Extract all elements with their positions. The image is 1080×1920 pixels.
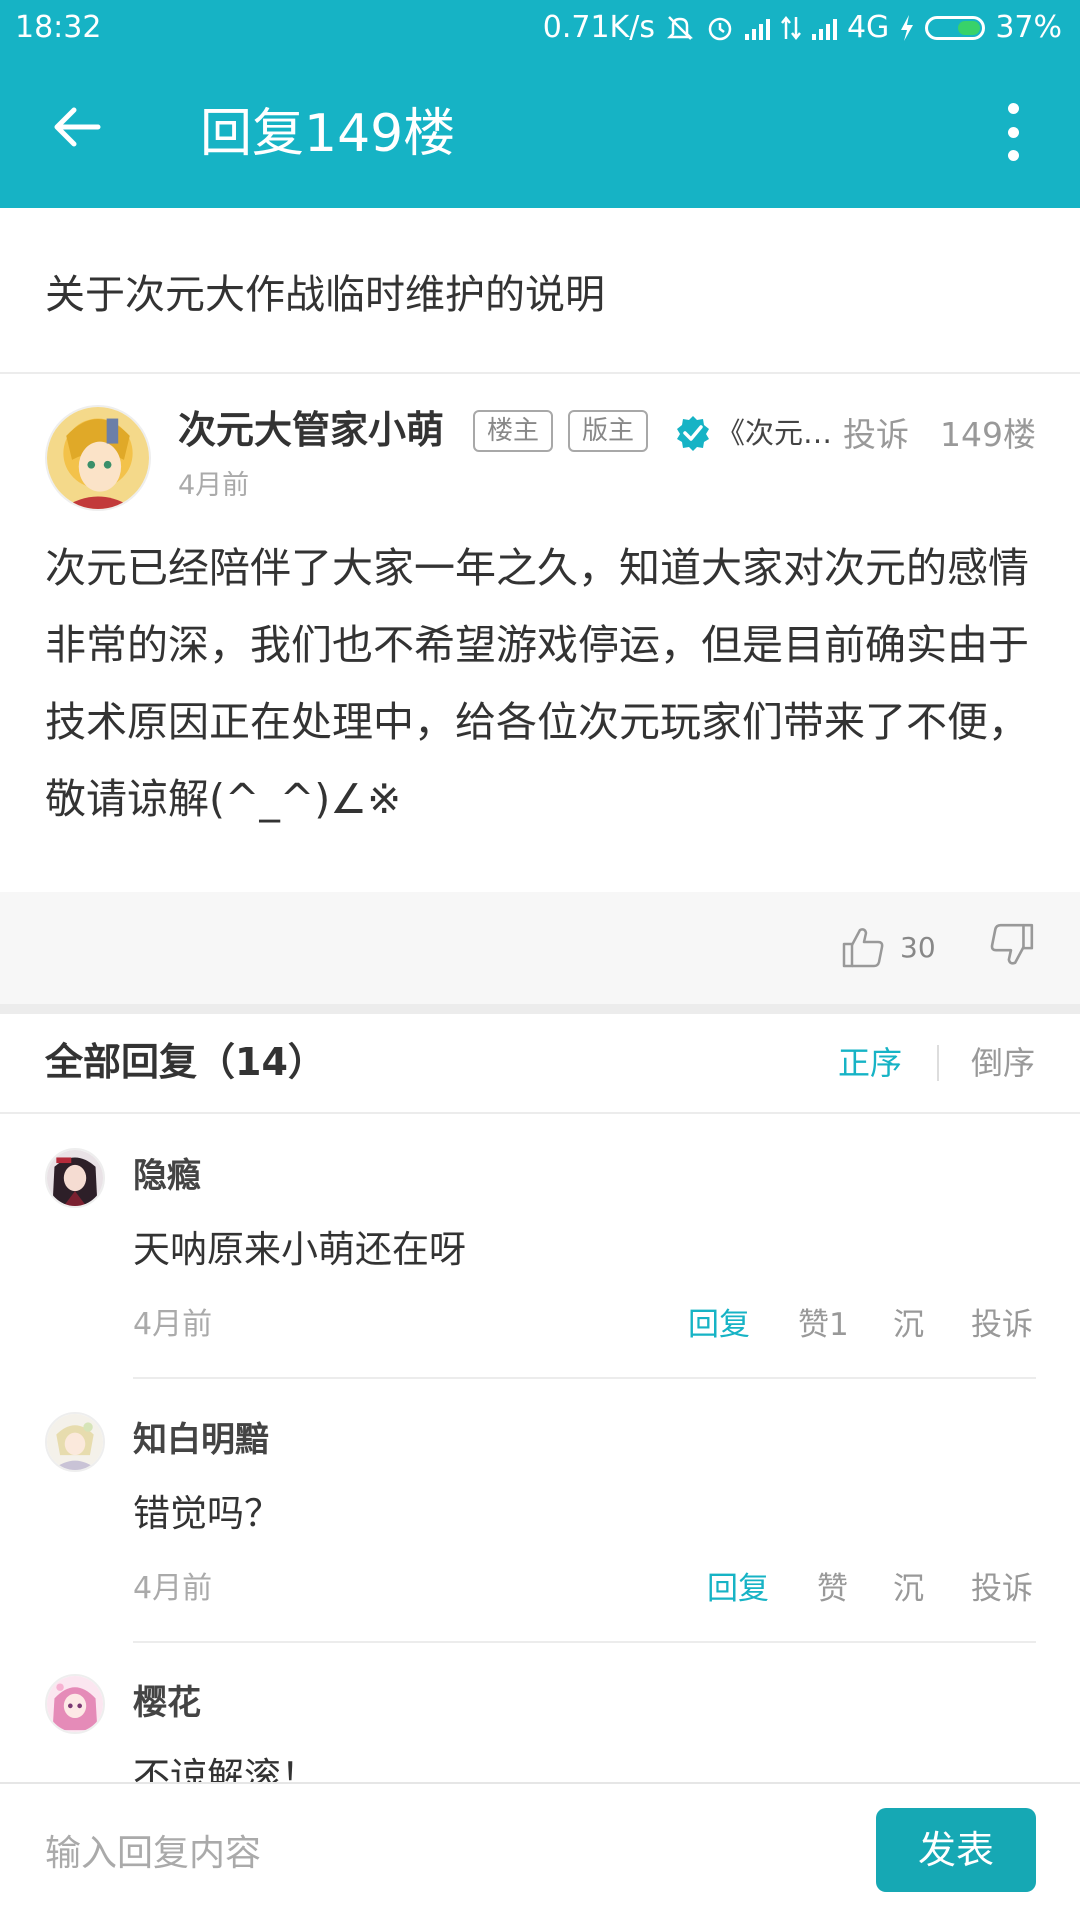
app-bar: 18:32 0.71K/s 4G 37% 回复149楼 xyxy=(0,0,1080,208)
status-icons: 0.71K/s 4G 37% xyxy=(543,10,1062,45)
thumbs-up-icon xyxy=(842,928,884,968)
reply-text: 天呐原来小萌还在呀 xyxy=(133,1228,466,1271)
reply-button[interactable]: 回复 xyxy=(688,1304,750,1346)
network-speed: 0.71K/s xyxy=(542,10,655,45)
signal-icon xyxy=(744,16,770,40)
reply-author[interactable]: 隐瘾 xyxy=(133,1153,201,1199)
like-reply-button[interactable]: 赞 xyxy=(817,1568,848,1610)
reply-author[interactable]: 樱花 xyxy=(133,1680,201,1726)
divider xyxy=(0,1112,1080,1114)
more-options-icon[interactable] xyxy=(995,103,1031,161)
sink-button[interactable]: 沉 xyxy=(893,1568,924,1610)
reply-avatar[interactable] xyxy=(45,1674,105,1734)
divider xyxy=(133,1377,1036,1379)
thumbs-down-icon[interactable] xyxy=(988,918,1036,972)
replies-heading: 全部回复（14） xyxy=(45,1040,326,1084)
reply-avatar[interactable] xyxy=(45,1412,105,1472)
reply-input[interactable] xyxy=(45,1827,825,1879)
author-name[interactable]: 次元大管家小萌 xyxy=(178,405,444,455)
like-count: 30 xyxy=(900,930,936,964)
divider xyxy=(133,1641,1036,1643)
back-arrow-icon[interactable] xyxy=(50,100,104,154)
submit-button[interactable]: 发表 xyxy=(876,1808,1036,1892)
mute-bell-icon xyxy=(666,15,693,40)
like-reply-button[interactable]: 赞1 xyxy=(798,1304,849,1346)
reply-time: 4月前 xyxy=(133,1571,213,1606)
reply-text: 错觉吗？ xyxy=(133,1492,281,1535)
tag-owner: 楼主 xyxy=(473,410,554,452)
charging-icon xyxy=(901,14,914,41)
game-name[interactable]: 《次元大… xyxy=(716,413,838,453)
topic-title[interactable]: 关于次元大作战临时维护的说明 xyxy=(45,268,605,322)
complain-button[interactable]: 投诉 xyxy=(843,413,909,457)
status-time: 18:32 xyxy=(15,10,102,45)
alarm-icon xyxy=(708,17,732,40)
tag-moderator: 版主 xyxy=(568,410,649,452)
battery-icon xyxy=(925,15,986,40)
post-time: 4月前 xyxy=(178,470,250,501)
post-body: 次元已经陪伴了大家一年之久，知道大家对次元的感情非常的深，我们也不希望游戏停运，… xyxy=(45,544,1029,823)
author-avatar[interactable] xyxy=(45,405,151,511)
sort-divider xyxy=(937,1045,939,1081)
complain-button[interactable]: 投诉 xyxy=(971,1304,1033,1346)
sort-ascending-tab[interactable]: 正序 xyxy=(838,1041,902,1085)
reply-button[interactable]: 回复 xyxy=(707,1568,769,1610)
network-type: 4G xyxy=(846,10,890,45)
page-title: 回复149楼 xyxy=(200,104,456,164)
divider xyxy=(0,372,1080,374)
reply-author[interactable]: 知白明黯 xyxy=(133,1417,269,1463)
section-divider xyxy=(0,1004,1080,1014)
sort-descending-tab[interactable]: 倒序 xyxy=(971,1041,1035,1085)
data-arrows-icon xyxy=(780,15,801,40)
battery-percent: 37% xyxy=(995,10,1062,45)
like-button[interactable]: 30 xyxy=(840,920,936,974)
complain-button[interactable]: 投诉 xyxy=(971,1568,1033,1610)
sink-button[interactable]: 沉 xyxy=(893,1304,924,1346)
verified-badge-icon xyxy=(677,416,709,451)
reply-time: 4月前 xyxy=(133,1307,213,1342)
floor-number: 149楼 xyxy=(940,415,1036,454)
signal-icon xyxy=(811,16,837,40)
reply-avatar[interactable] xyxy=(45,1148,105,1208)
